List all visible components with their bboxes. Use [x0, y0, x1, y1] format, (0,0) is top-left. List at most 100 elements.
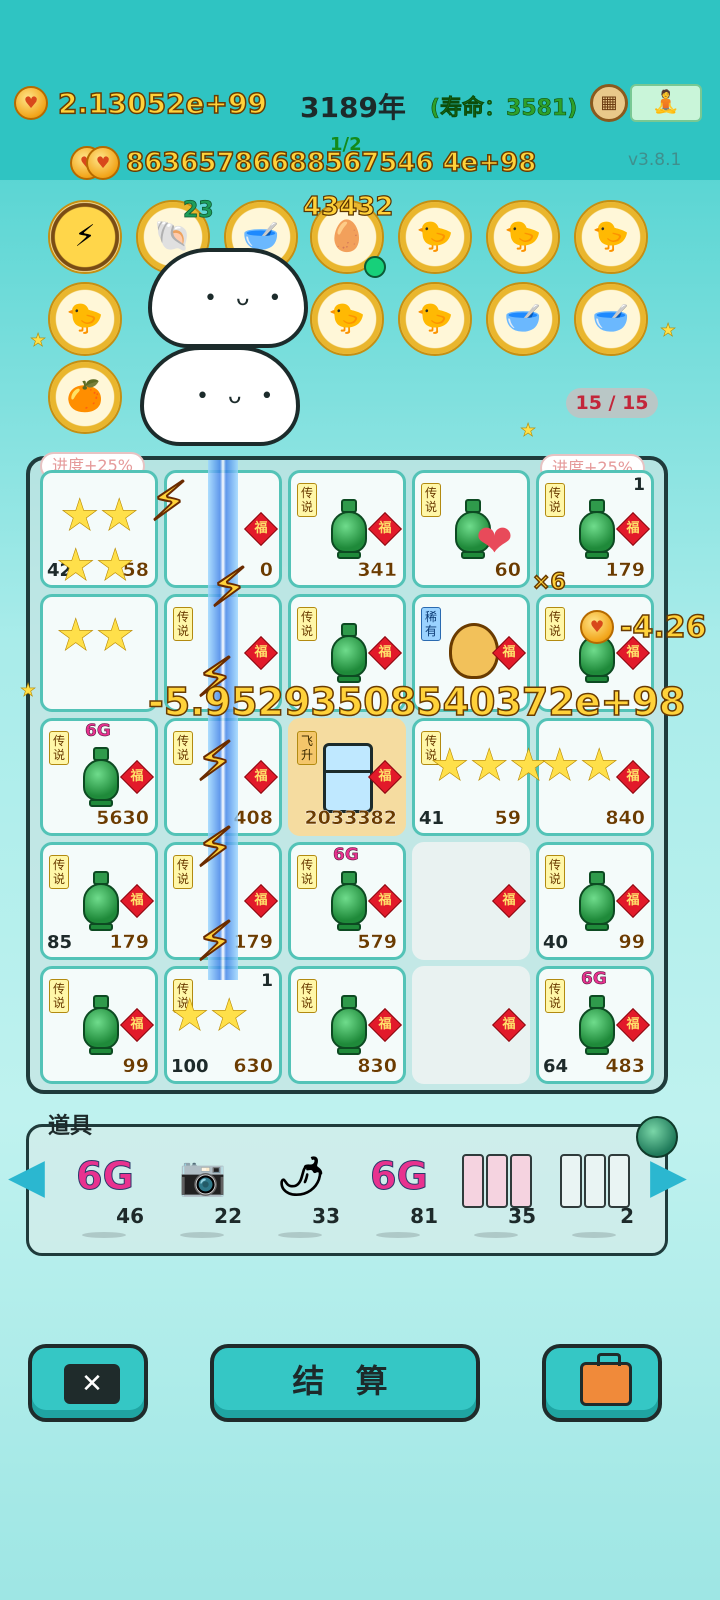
six-g-badge: 6G	[581, 969, 607, 990]
item-camera[interactable]: 📷 22	[158, 1146, 248, 1238]
notification-dot	[364, 256, 386, 278]
board-cell[interactable]: 传说 6G 福 64 483	[536, 966, 654, 1084]
item-qty: 46	[116, 1204, 144, 1228]
rarity-tag: 传说	[49, 731, 69, 765]
briefcase-icon	[580, 1353, 632, 1406]
board-cell[interactable]: 传说 6G 福 5630	[40, 718, 158, 836]
rarity-tag: 传说	[173, 607, 193, 641]
item-6g[interactable]: 6G 81	[354, 1146, 444, 1238]
egg-tray-buff-count: 43432	[302, 191, 394, 222]
chick-syringe-buff-icon[interactable]: 🐤	[398, 282, 472, 356]
cell-level: 1	[633, 475, 645, 495]
cell-value: 99	[618, 931, 645, 953]
close-icon: ✕	[64, 1364, 120, 1404]
cell-value: 840	[605, 807, 645, 829]
rarity-tag: 传说	[421, 483, 441, 517]
jade-bottle-icon	[329, 995, 369, 1055]
board-cell[interactable]: 传说 福 341	[288, 470, 406, 588]
board-cell[interactable]: 福	[412, 842, 530, 960]
star-effect: ★★	[170, 990, 249, 1042]
fortune-badge: 福	[120, 760, 154, 794]
settle-button[interactable]: 结 算	[210, 1344, 480, 1422]
close-button[interactable]: ✕	[28, 1344, 148, 1422]
chick-syringe-buff-icon[interactable]: 🐤	[574, 200, 648, 274]
board-cell[interactable]: 传说 福 85 179	[40, 842, 158, 960]
item-qty: 81	[410, 1204, 438, 1228]
jade-bottle-icon	[329, 499, 369, 559]
chick-buff-icon[interactable]: 🐤	[486, 200, 560, 274]
coin-delta: 86365786688567546 4e+98	[70, 146, 537, 180]
board-cell[interactable]: 传说 福 99	[40, 966, 158, 1084]
cell-value: 341	[357, 559, 397, 581]
star-effect: ★	[30, 330, 47, 352]
lifespan-display: (寿命：3581)	[430, 96, 578, 122]
bowls-buff-icon[interactable]: 🥣	[574, 282, 648, 356]
fortune-badge: 福	[120, 884, 154, 918]
coin-icon	[14, 86, 48, 120]
coin-icon	[86, 146, 120, 180]
rarity-tag: 稀有	[421, 607, 441, 641]
board-cell[interactable]: 传说 福 40 99	[536, 842, 654, 960]
shell-buff-count: 23	[183, 198, 214, 224]
six-g-icon: 6G	[76, 1154, 135, 1199]
floating-delta: -4.26	[619, 609, 707, 646]
item-pepper[interactable]: 🌶 33	[256, 1146, 346, 1238]
fortune-badge: 福	[368, 884, 402, 918]
fortune-badge: 福	[492, 1008, 526, 1042]
star-effect: ★★	[540, 740, 619, 792]
item-rare-cards[interactable]: 35	[452, 1146, 542, 1238]
chick-buff-icon[interactable]: 🐤	[398, 200, 472, 274]
rarity-tag: 飞升	[297, 731, 317, 765]
scroll-left-button[interactable]: ◀	[8, 1136, 45, 1216]
jade-bottle-icon	[577, 995, 617, 1055]
cell-value: 59	[494, 807, 521, 829]
lightning-bolt-icon: ⚡	[149, 469, 189, 534]
legend-cards-icon	[550, 1146, 640, 1208]
cell-value: 179	[233, 931, 273, 953]
board-cell[interactable]: 传说 福 830	[288, 966, 406, 1084]
fortune-badge: 福	[616, 1008, 650, 1042]
fortune-badge: 福	[120, 1008, 154, 1042]
star-effect: ★	[660, 320, 677, 342]
cell-count: 64	[543, 1056, 569, 1077]
chick-syringe-buff-icon[interactable]: 🐤	[310, 282, 384, 356]
rarity-tag: 传说	[545, 855, 565, 889]
scroll-right-button[interactable]: ▶	[650, 1136, 687, 1216]
jade-bottle-icon	[81, 995, 121, 1055]
rarity-tag: 传说	[297, 979, 317, 1013]
six-g-badge: 6G	[85, 721, 111, 742]
rarity-tag: 传说	[173, 855, 193, 889]
board-cell[interactable]: 传说 6G 福 579	[288, 842, 406, 960]
items-title: 道具	[48, 1114, 93, 1139]
jade-bottle-icon	[577, 871, 617, 931]
chick-syringe-buff-icon[interactable]: 🐤	[48, 282, 122, 356]
star-effect: ★	[520, 420, 537, 442]
fortune-badge: 福	[616, 512, 650, 546]
item-qty: 35	[508, 1204, 536, 1228]
grapefruit-buff-icon[interactable]: 🍊	[48, 360, 122, 434]
meditate-button[interactable]: 🧘	[630, 84, 702, 122]
bowls-buff-icon[interactable]: 🥣	[486, 282, 560, 356]
pepper-icon: 🌶	[276, 1154, 326, 1198]
rarity-tag: 传说	[545, 483, 565, 517]
jade-bottle-icon	[81, 871, 121, 931]
cell-value: 179	[605, 559, 645, 581]
bag-button[interactable]	[542, 1344, 662, 1422]
item-6g[interactable]: 6G 46	[60, 1146, 150, 1238]
board-cell[interactable]: 飞升 福 2033382	[288, 718, 406, 836]
rarity-tag: 传说	[545, 979, 565, 1013]
lightning-buff-icon[interactable]: ⚡	[48, 200, 122, 274]
board-cell[interactable]: 福	[412, 966, 530, 1084]
coin-amount: 2.13052e+99	[57, 86, 267, 121]
abacus-icon[interactable]	[590, 84, 628, 122]
cell-count: 85	[47, 932, 73, 953]
six-g-badge: 6G	[333, 845, 359, 866]
coin-balance: 2.13052e+99	[14, 86, 268, 121]
fortune-badge: 福	[244, 512, 278, 546]
six-g-icon: 6G	[370, 1154, 429, 1199]
multiplier-text: ×6	[531, 569, 566, 596]
settle-label: 结 算	[292, 1362, 398, 1400]
lightning-bolt-icon: ⚡	[195, 729, 235, 794]
fortune-badge: 福	[244, 760, 278, 794]
item-legend-cards[interactable]: 2	[550, 1146, 640, 1238]
